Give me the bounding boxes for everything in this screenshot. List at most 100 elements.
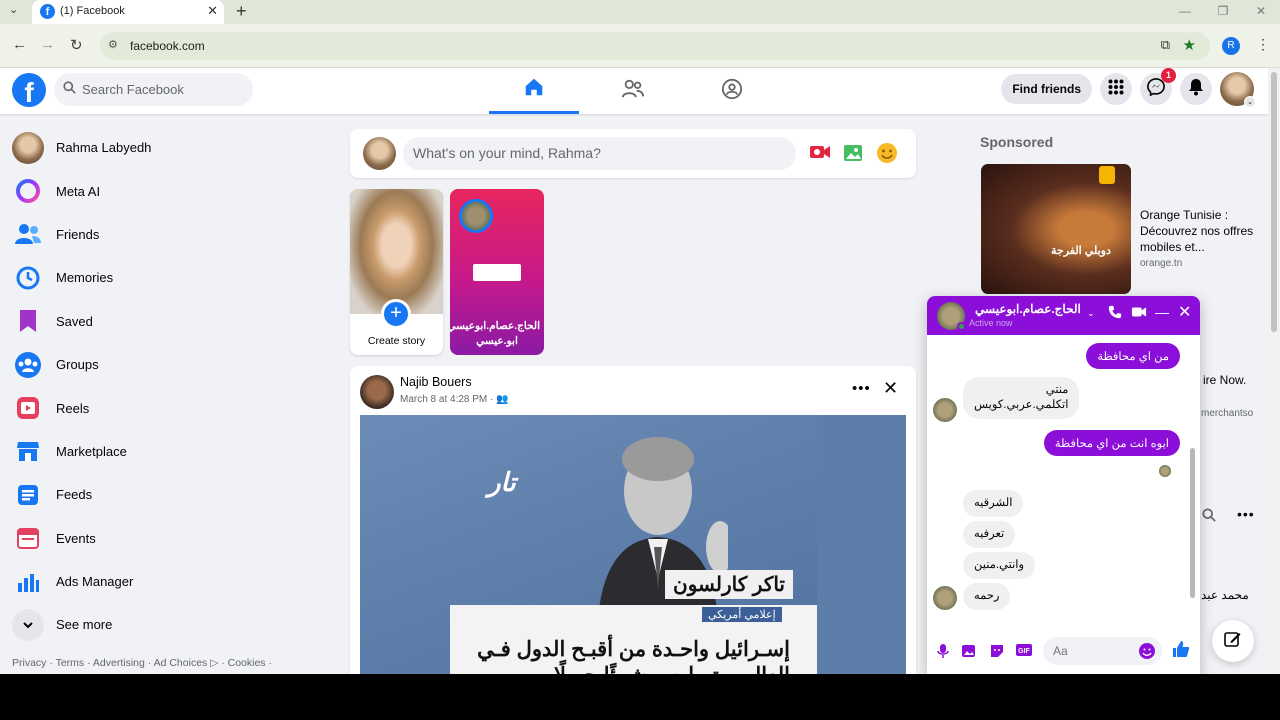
composer-input[interactable]: What's on your mind, Rahma?	[403, 137, 796, 170]
facebook-logo[interactable]: f	[12, 73, 46, 107]
chat-contact-name[interactable]: الحاج.عصام.ابوعيسي	[975, 302, 1081, 316]
contacts-search-icon[interactable]	[1202, 508, 1216, 527]
sidebar-item-feeds[interactable]: Feeds	[8, 473, 308, 516]
sidebar-item-memories[interactable]: Memories	[8, 256, 308, 299]
create-story-label: Create story	[367, 335, 426, 347]
sidebar-item-groups[interactable]: Groups	[8, 343, 308, 386]
message-incoming: وانتي.منين	[963, 552, 1036, 579]
feeling-activity-icon[interactable]	[876, 142, 898, 169]
create-story-card[interactable]: + Create story	[350, 189, 443, 355]
reload-icon[interactable]: ↻	[70, 36, 83, 54]
post-timestamp[interactable]: March 8 at 4:28 PM · 👥	[400, 394, 509, 405]
ad-url[interactable]: orange.tn	[1140, 258, 1182, 269]
notifications-button[interactable]	[1180, 73, 1212, 105]
minimize-window-icon[interactable]: —	[1166, 0, 1204, 24]
hide-post-icon[interactable]: ✕	[883, 378, 898, 399]
post-author-avatar[interactable]	[360, 375, 394, 409]
message-input-box[interactable]	[1043, 637, 1162, 665]
compose-icon	[1224, 630, 1242, 653]
footer-links[interactable]: Privacy · Terms · Advertising · Ad Choic…	[12, 657, 272, 669]
contacts-more-icon[interactable]: •••	[1237, 506, 1255, 522]
search-box[interactable]	[54, 73, 253, 106]
friends-icon	[12, 218, 44, 250]
site-info-icon[interactable]: ⚙	[108, 38, 118, 51]
active-status-dot	[957, 322, 966, 331]
forward-icon[interactable]: →	[40, 36, 55, 53]
chat-header[interactable]: الحاج.عصام.ابوعيسي Active now ⌄ — ✕	[927, 296, 1200, 335]
browser-menu-icon[interactable]: ⋮	[1256, 36, 1270, 53]
install-app-icon[interactable]: ⧉	[1161, 37, 1170, 53]
new-message-button[interactable]	[1212, 620, 1254, 662]
sidebar-item-see-more[interactable]: See more	[8, 603, 308, 646]
reels-icon	[12, 392, 44, 424]
scrollbar-thumb[interactable]	[1271, 72, 1277, 332]
message-outgoing: ايوه انت من اي محافظة	[1043, 430, 1180, 456]
events-icon	[12, 522, 44, 554]
video-call-icon[interactable]	[1131, 305, 1147, 324]
browser-tab[interactable]: f (1) Facebook ✕	[32, 0, 224, 24]
sticker-icon[interactable]	[989, 643, 1005, 664]
messenger-button[interactable]: 1	[1140, 68, 1176, 105]
friends-audience-icon: 👥	[496, 394, 509, 405]
post-time-text: March 8 at 4:28 PM ·	[400, 394, 497, 405]
ads-manager-icon	[12, 566, 44, 598]
bell-icon	[1188, 78, 1204, 101]
close-tab-icon[interactable]: ✕	[207, 3, 218, 19]
story-card[interactable]: الحاج.عصام.ابوعيسي. ابو.عيسي	[450, 189, 544, 355]
search-input[interactable]	[82, 73, 247, 106]
sidebar-item-events[interactable]: Events	[8, 517, 308, 560]
gif-icon[interactable]: GIF	[1015, 643, 1033, 662]
post-more-options-icon[interactable]: •••	[852, 380, 871, 397]
url-text: facebook.com	[130, 39, 205, 53]
sidebar-item-marketplace[interactable]: Marketplace	[8, 430, 308, 473]
bookmark-star-icon[interactable]: ★	[1183, 36, 1196, 54]
url-field[interactable]: ⚙ facebook.com ⧉ ★	[100, 32, 1210, 60]
profile-avatar	[12, 131, 44, 164]
emoji-icon[interactable]	[1138, 642, 1156, 665]
sidebar-item-profile[interactable]: Rahma Labyedh	[8, 126, 308, 169]
ad-title[interactable]: Orange Tunisie : Découvrez nos offres mo…	[1140, 207, 1260, 255]
window-controls: — ❐ ✕	[1166, 0, 1280, 24]
sidebar-item-ads-manager[interactable]: Ads Manager	[8, 560, 308, 603]
back-icon[interactable]: ←	[12, 36, 27, 53]
sidebar-item-reels[interactable]: Reels	[8, 386, 308, 429]
ad-image[interactable]: دوبلي الفرجة	[981, 164, 1131, 294]
sidebar-item-meta-ai[interactable]: Meta AI	[8, 169, 308, 212]
microphone-icon[interactable]	[937, 643, 949, 664]
menu-button[interactable]	[1100, 73, 1132, 105]
contact-name-partial[interactable]: محمد عبد	[1201, 588, 1249, 602]
page-scrollbar[interactable]	[1268, 68, 1280, 674]
viewport: ⌄ f (1) Facebook ✕ + — ❐ ✕ ← → ↻ ⚙ faceb…	[0, 0, 1280, 674]
minimize-chat-icon[interactable]: —	[1155, 304, 1169, 320]
tab-groups[interactable]	[687, 68, 777, 114]
post-author-name[interactable]: Najib Bouers	[400, 375, 472, 389]
account-avatar[interactable]: ⌄	[1220, 72, 1256, 108]
tab-friends[interactable]	[588, 68, 678, 114]
tab-home[interactable]	[489, 68, 579, 114]
tab-search-icon[interactable]: ⌄	[9, 3, 18, 16]
message-input[interactable]	[1043, 637, 1133, 665]
phone-call-icon[interactable]	[1108, 305, 1122, 324]
sidebar-item-saved[interactable]: Saved	[8, 300, 308, 343]
new-tab-icon[interactable]: +	[236, 1, 247, 22]
post-image[interactable]: تار تاكر كارلسون إعلامي أمريكي إسـرائيل …	[360, 415, 906, 674]
chevron-down-icon[interactable]: ⌄	[1087, 308, 1095, 319]
lantern-graphic	[1099, 166, 1115, 184]
sidebar-item-label: Rahma Labyedh	[56, 140, 152, 156]
sidebar-item-friends[interactable]: Friends	[8, 213, 308, 256]
photo-video-icon[interactable]	[842, 142, 864, 169]
chat-scrollbar-thumb[interactable]	[1190, 448, 1195, 598]
composer-avatar[interactable]	[363, 137, 396, 170]
close-window-icon[interactable]: ✕	[1242, 0, 1280, 24]
seen-indicator-avatar	[1159, 465, 1171, 477]
tab-title: (1) Facebook	[60, 5, 125, 17]
browser-profile-avatar[interactable]: R	[1222, 37, 1240, 55]
chat-scrollbar[interactable]	[1188, 338, 1196, 618]
attach-photo-icon[interactable]	[961, 643, 977, 664]
thumbs-up-icon[interactable]	[1172, 640, 1190, 663]
restore-window-icon[interactable]: ❐	[1204, 0, 1242, 24]
close-chat-icon[interactable]: ✕	[1178, 302, 1191, 322]
browser-address-bar: ← → ↻ ⚙ facebook.com ⧉ ★	[0, 24, 1280, 68]
live-video-icon[interactable]	[809, 142, 831, 167]
find-friends-button[interactable]: Find friends	[1001, 74, 1092, 104]
